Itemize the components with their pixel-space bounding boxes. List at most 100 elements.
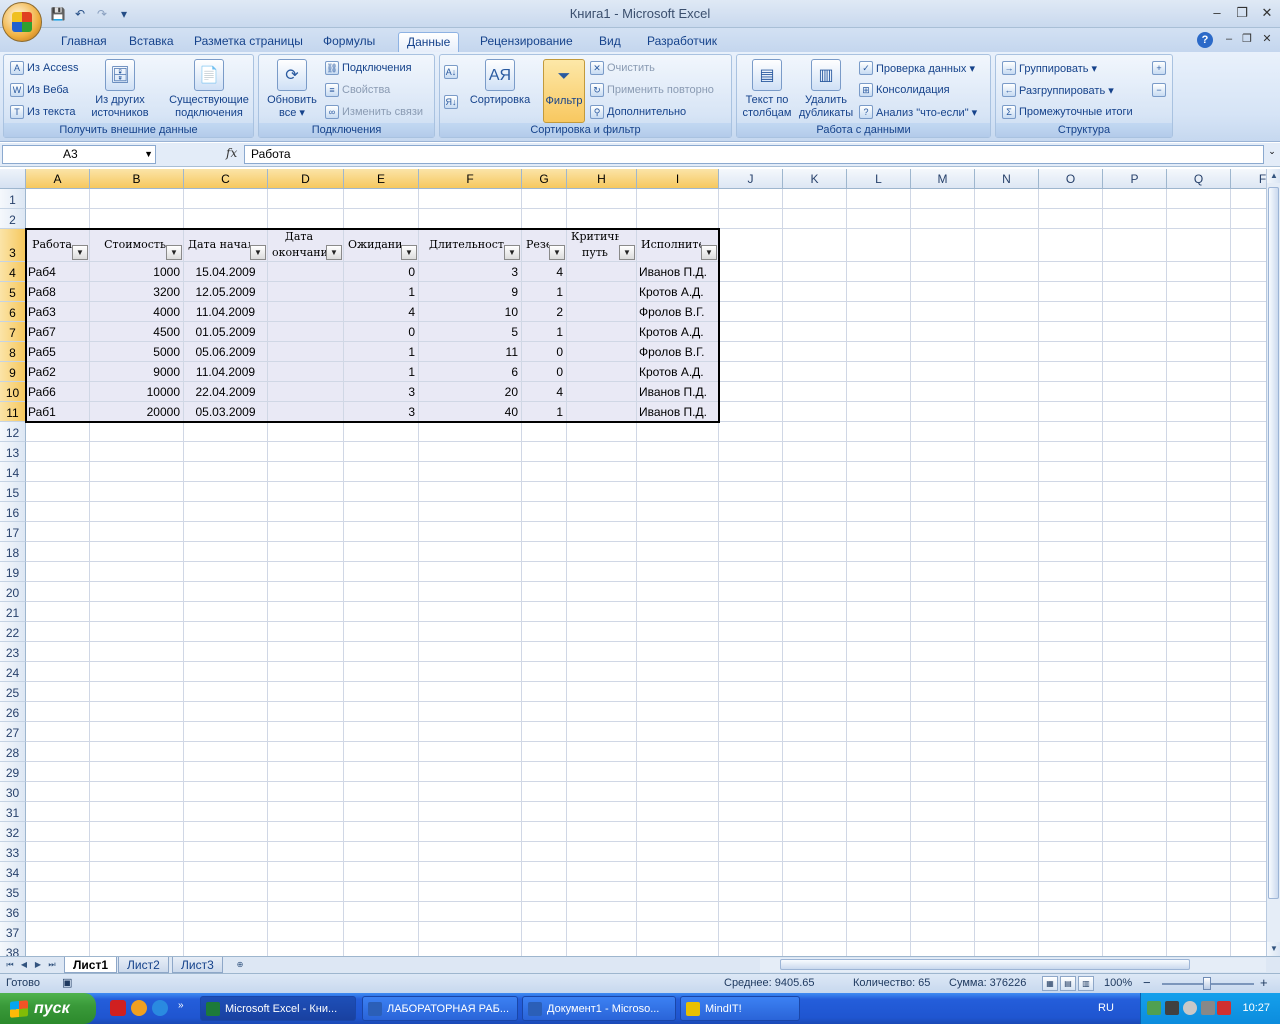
- table-header-cell[interactable]: Резе: [522, 237, 549, 255]
- table-cell[interactable]: 15.04.2009: [184, 262, 267, 282]
- filter-button[interactable]: ⏷ Фильтр: [543, 59, 585, 123]
- zoom-level[interactable]: 100%: [1104, 977, 1132, 989]
- column-header[interactable]: O: [1039, 169, 1103, 189]
- table-cell[interactable]: 1: [522, 282, 566, 302]
- table-cell[interactable]: [567, 362, 636, 382]
- table-cell[interactable]: 22.04.2009: [184, 382, 267, 402]
- table-cell[interactable]: 11: [419, 342, 521, 362]
- table-cell[interactable]: 05.06.2009: [184, 342, 267, 362]
- table-cell[interactable]: 1: [344, 362, 418, 382]
- table-cell[interactable]: [268, 302, 343, 322]
- zoom-slider-thumb[interactable]: [1203, 977, 1211, 990]
- table-cell[interactable]: [268, 262, 343, 282]
- taskbar-button[interactable]: ЛАБОРАТОРНАЯ РАБ...: [362, 996, 518, 1021]
- consolidate-button[interactable]: ⊞ Консолидация: [859, 83, 950, 97]
- table-cell[interactable]: [268, 282, 343, 302]
- table-cell[interactable]: 10: [419, 302, 521, 322]
- show-detail-button[interactable]: +: [1152, 61, 1166, 75]
- row-header[interactable]: 10: [0, 382, 26, 402]
- close-button[interactable]: ✕: [1256, 4, 1278, 22]
- table-cell[interactable]: [567, 402, 636, 422]
- sheet-tab-0[interactable]: Лист1: [64, 957, 118, 973]
- tray-antivirus-icon[interactable]: [1165, 1001, 1179, 1015]
- other-sources-button[interactable]: 🗄 Из других источников ▾: [88, 59, 152, 133]
- start-button[interactable]: пуск: [0, 993, 96, 1024]
- opera-icon[interactable]: [110, 1000, 126, 1016]
- clear-filter-button[interactable]: ✕ Очистить: [590, 61, 655, 75]
- row-header[interactable]: 13: [0, 442, 26, 462]
- minimize-button[interactable]: –: [1206, 4, 1228, 22]
- column-header[interactable]: B: [90, 169, 184, 189]
- refresh-all-button[interactable]: ⟳ Обновить все ▾: [261, 59, 323, 120]
- from-text-button[interactable]: T Из текста: [10, 105, 76, 119]
- vertical-scroll-thumb[interactable]: [1268, 187, 1279, 899]
- table-cell[interactable]: Раб1: [26, 402, 89, 422]
- table-cell[interactable]: Раб4: [26, 262, 89, 282]
- normal-view-icon[interactable]: ▦: [1042, 976, 1058, 991]
- row-header[interactable]: 23: [0, 642, 26, 662]
- taskbar-button[interactable]: Microsoft Excel - Кни...: [200, 996, 356, 1021]
- column-header[interactable]: P: [1103, 169, 1167, 189]
- text-to-columns-button[interactable]: ▤ Текст по столбцам: [739, 59, 795, 120]
- sort-button[interactable]: АЯ Сортировка: [464, 59, 536, 107]
- table-cell[interactable]: [567, 342, 636, 362]
- scroll-down-icon[interactable]: ▼: [1267, 942, 1280, 956]
- tab-7[interactable]: Разработчик: [639, 32, 725, 52]
- sort-za-button[interactable]: Я↓: [444, 95, 458, 109]
- table-header-cell[interactable]: Дата начал: [184, 237, 250, 255]
- column-header[interactable]: A: [26, 169, 90, 189]
- restore-button[interactable]: ❐: [1231, 4, 1253, 22]
- table-cell[interactable]: [268, 362, 343, 382]
- column-header[interactable]: F: [1231, 169, 1266, 189]
- filter-dropdown-icon[interactable]: ▼: [326, 245, 342, 260]
- table-header-cell[interactable]: Исполните: [637, 237, 701, 255]
- table-cell[interactable]: 11.04.2009: [184, 362, 267, 382]
- advanced-filter-button[interactable]: ⚲ Дополнительно: [590, 105, 686, 119]
- table-cell[interactable]: 4500: [90, 322, 183, 342]
- subtotal-button[interactable]: Σ Промежуточные итоги: [1002, 105, 1133, 119]
- row-header[interactable]: 19: [0, 562, 26, 582]
- table-cell[interactable]: Раб7: [26, 322, 89, 342]
- row-header[interactable]: 17: [0, 522, 26, 542]
- zoom-in-button[interactable]: +: [1260, 975, 1268, 990]
- taskbar-button[interactable]: Документ1 - Microso...: [522, 996, 676, 1021]
- table-cell[interactable]: 4: [522, 262, 566, 282]
- table-header-cell[interactable]: Работа: [26, 237, 72, 255]
- filter-dropdown-icon[interactable]: ▼: [549, 245, 565, 260]
- table-cell[interactable]: [268, 322, 343, 342]
- column-header[interactable]: Q: [1167, 169, 1231, 189]
- filter-dropdown-icon[interactable]: ▼: [401, 245, 417, 260]
- column-header[interactable]: G: [522, 169, 567, 189]
- select-all-corner[interactable]: [0, 169, 26, 189]
- scroll-up-icon[interactable]: ▲: [1267, 169, 1280, 183]
- table-cell[interactable]: 0: [344, 262, 418, 282]
- table-cell[interactable]: Кротов А.Д.: [637, 282, 718, 302]
- wb-restore-button[interactable]: ❐: [1236, 30, 1258, 48]
- table-cell[interactable]: 3: [344, 382, 418, 402]
- language-indicator[interactable]: RU: [1098, 1002, 1114, 1014]
- existing-connections-button[interactable]: 📄 Существующие подключения: [166, 59, 252, 120]
- table-cell[interactable]: 4: [344, 302, 418, 322]
- table-cell[interactable]: Раб6: [26, 382, 89, 402]
- zoom-out-button[interactable]: −: [1143, 975, 1151, 990]
- column-header[interactable]: C: [184, 169, 268, 189]
- page-layout-view-icon[interactable]: ▤: [1060, 976, 1076, 991]
- media-player-icon[interactable]: [131, 1000, 147, 1016]
- table-cell[interactable]: 10000: [90, 382, 183, 402]
- last-sheet-icon[interactable]: ⏭: [46, 958, 58, 972]
- table-cell[interactable]: Иванов П.Д.: [637, 382, 718, 402]
- filter-dropdown-icon[interactable]: ▼: [701, 245, 717, 260]
- row-header[interactable]: 1: [0, 189, 26, 209]
- edit-links-button[interactable]: ∞ Изменить связи: [325, 105, 423, 119]
- row-header[interactable]: 22: [0, 622, 26, 642]
- row-header[interactable]: 29: [0, 762, 26, 782]
- remove-duplicates-button[interactable]: ▥ Удалить дубликаты: [797, 59, 855, 120]
- insert-sheet-icon[interactable]: ⊕: [232, 958, 248, 972]
- table-cell[interactable]: 3: [344, 402, 418, 422]
- table-cell[interactable]: Фролов В.Г.: [637, 342, 718, 362]
- table-cell[interactable]: Иванов П.Д.: [637, 262, 718, 282]
- table-cell[interactable]: 1000: [90, 262, 183, 282]
- row-header[interactable]: 16: [0, 502, 26, 522]
- prev-sheet-icon[interactable]: ◀: [18, 958, 30, 972]
- table-cell[interactable]: Фролов В.Г.: [637, 302, 718, 322]
